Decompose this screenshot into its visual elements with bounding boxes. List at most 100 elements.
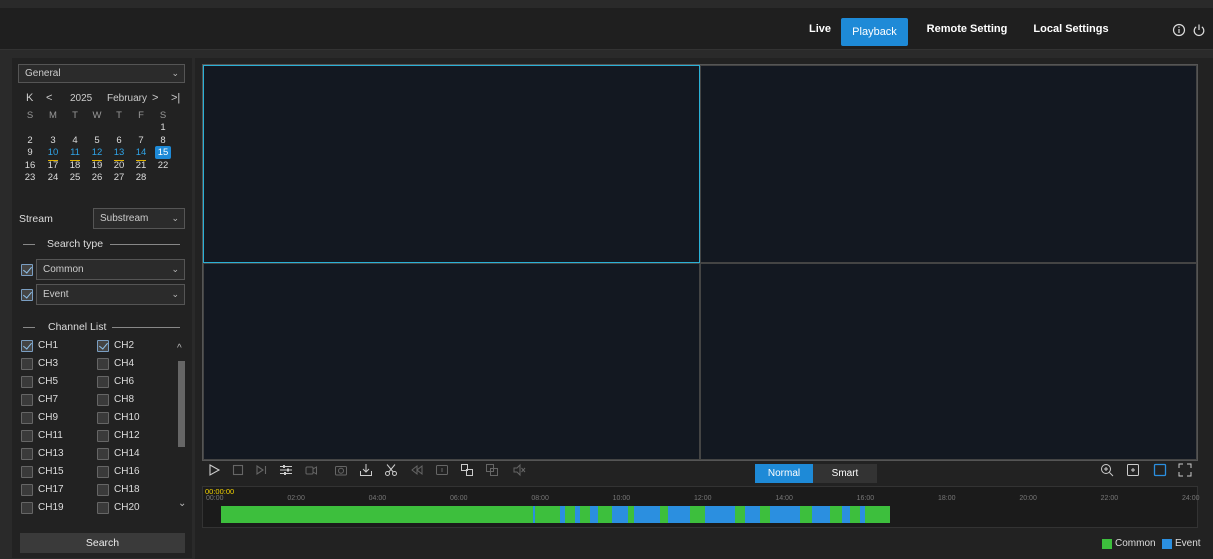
nav-live[interactable]: Live	[800, 8, 840, 50]
channel-checkbox[interactable]	[21, 394, 33, 406]
recording-segment-common[interactable]	[690, 506, 705, 523]
recording-segment-common[interactable]	[660, 506, 668, 523]
channel-checkbox[interactable]	[97, 448, 109, 460]
calendar-day[interactable]: 28	[133, 171, 149, 184]
recording-segment-event[interactable]	[745, 506, 760, 523]
calendar-day[interactable]: 4	[67, 134, 83, 147]
recording-segment-event[interactable]	[590, 506, 598, 523]
split-icon[interactable]	[460, 463, 474, 477]
download-icon[interactable]	[359, 463, 373, 477]
nav-local-settings[interactable]: Local Settings	[1028, 8, 1114, 50]
recording-segment-common[interactable]	[565, 506, 575, 523]
mode-normal-button[interactable]: Normal	[755, 464, 813, 483]
info-icon[interactable]	[1172, 23, 1186, 37]
copy-icon[interactable]	[485, 463, 499, 477]
nav-playback[interactable]: Playback	[841, 18, 908, 46]
calendar-day[interactable]: 20	[111, 159, 127, 172]
calendar-day[interactable]: 2	[22, 134, 38, 147]
scroll-up-icon[interactable]: ^	[177, 343, 182, 354]
calendar-day[interactable]: 7	[133, 134, 149, 147]
fullscreen-icon[interactable]	[1178, 463, 1192, 477]
calendar-day[interactable]: 1	[155, 121, 171, 134]
recording-segment-event[interactable]	[770, 506, 800, 523]
calendar-day[interactable]: 15	[155, 146, 171, 159]
calendar-day[interactable]: 24	[45, 171, 61, 184]
channel-checkbox[interactable]	[97, 430, 109, 442]
channel-checkbox[interactable]	[21, 484, 33, 496]
step-forward-icon[interactable]	[255, 463, 269, 477]
calendar-day[interactable]: 9	[22, 146, 38, 159]
calendar-day[interactable]: 13	[111, 146, 127, 161]
snapshot-icon[interactable]	[334, 463, 348, 477]
recording-segment-event[interactable]	[612, 506, 628, 523]
channel-checkbox[interactable]	[97, 412, 109, 424]
general-select[interactable]: General ⌄	[18, 64, 185, 83]
calendar-day[interactable]: 18	[67, 159, 83, 172]
mode-smart-button[interactable]: Smart	[813, 464, 877, 483]
calendar-day[interactable]: 21	[133, 159, 149, 172]
play-icon[interactable]	[207, 463, 221, 477]
channel-checkbox[interactable]	[21, 448, 33, 460]
calendar-day[interactable]: 23	[22, 171, 38, 184]
calendar-day[interactable]: 14	[133, 146, 149, 161]
video-pane-3[interactable]	[203, 263, 700, 460]
event-checkbox[interactable]	[21, 289, 33, 301]
recording-segment-event[interactable]	[812, 506, 830, 523]
record-icon[interactable]	[304, 463, 318, 477]
calendar-day[interactable]: 5	[89, 134, 105, 147]
recording-segment-common[interactable]	[880, 506, 890, 523]
power-icon[interactable]	[1192, 23, 1206, 37]
channel-checkbox[interactable]	[21, 466, 33, 478]
calendar-day[interactable]: 19	[89, 159, 105, 172]
channel-checkbox[interactable]	[21, 376, 33, 388]
video-pane-4[interactable]	[700, 263, 1197, 460]
stream-select[interactable]: Substream ⌄	[93, 208, 185, 229]
calendar-day[interactable]: 17	[45, 159, 61, 172]
recording-segment-common[interactable]	[598, 506, 612, 523]
clip-icon[interactable]	[384, 463, 398, 477]
frame-icon[interactable]	[435, 463, 449, 477]
first-year-icon[interactable]: K	[26, 92, 33, 104]
channel-checkbox[interactable]	[97, 502, 109, 514]
recording-segment-common[interactable]	[535, 506, 560, 523]
calendar-day[interactable]: 11	[67, 146, 83, 161]
channel-checkbox[interactable]	[21, 412, 33, 424]
common-checkbox[interactable]	[21, 264, 33, 276]
channel-scrollbar-thumb[interactable]	[178, 361, 185, 447]
calendar-day[interactable]: 3	[45, 134, 61, 147]
common-select[interactable]: Common ⌄	[36, 259, 185, 280]
recording-segment-common[interactable]	[850, 506, 860, 523]
channel-checkbox[interactable]	[21, 502, 33, 514]
mute-icon[interactable]	[512, 463, 526, 477]
recording-segment-common[interactable]	[800, 506, 812, 523]
recording-segment-common[interactable]	[735, 506, 745, 523]
video-pane-2[interactable]	[700, 65, 1197, 263]
recording-segment-event[interactable]	[668, 506, 690, 523]
nav-remote-setting[interactable]: Remote Setting	[922, 8, 1012, 50]
recording-segment-common[interactable]	[830, 506, 842, 523]
recording-segment-common[interactable]	[221, 506, 533, 523]
recording-segment-common[interactable]	[580, 506, 590, 523]
calendar-day[interactable]: 6	[111, 134, 127, 147]
next-month-icon[interactable]: >	[152, 92, 158, 104]
calendar-day[interactable]: 10	[45, 146, 61, 161]
channel-checkbox[interactable]	[97, 466, 109, 478]
channel-checkbox[interactable]	[21, 358, 33, 370]
calendar-day[interactable]: 16	[22, 159, 38, 172]
zoom-in-icon[interactable]	[1100, 463, 1114, 477]
calendar-day[interactable]: 27	[111, 171, 127, 184]
recording-segment-common[interactable]	[865, 506, 880, 523]
calendar-day[interactable]: 26	[89, 171, 105, 184]
adjust-icon[interactable]	[279, 463, 293, 477]
channel-checkbox[interactable]	[97, 394, 109, 406]
recording-segment-event[interactable]	[705, 506, 735, 523]
channel-checkbox[interactable]	[97, 376, 109, 388]
calendar-day[interactable]: 25	[67, 171, 83, 184]
scroll-down-icon[interactable]: ⌄	[178, 498, 186, 509]
recording-segment-event[interactable]	[842, 506, 850, 523]
aspect-ratio-icon[interactable]	[1153, 463, 1167, 477]
channel-checkbox[interactable]	[97, 484, 109, 496]
prev-year-icon[interactable]: <	[46, 92, 52, 104]
last-month-icon[interactable]: >|	[171, 92, 180, 104]
channel-checkbox[interactable]	[21, 430, 33, 442]
